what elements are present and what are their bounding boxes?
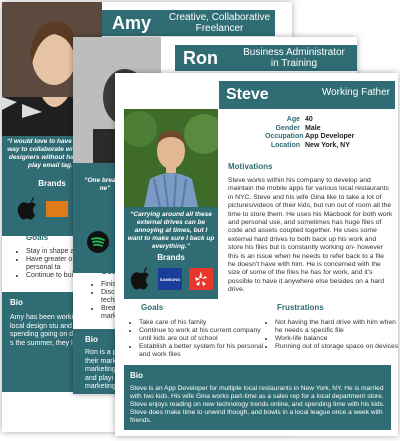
profile-value: New York, NY bbox=[305, 141, 350, 149]
profile-label: Gender bbox=[275, 124, 300, 132]
list-item: Take care of his family bbox=[139, 319, 267, 327]
steve-frustrations-list: Not having the hard drive with him when … bbox=[265, 319, 398, 351]
steve-name: Steve bbox=[226, 86, 269, 103]
profile-value: App Developer bbox=[305, 133, 355, 140]
amy-goals-title: Goals bbox=[26, 233, 49, 242]
persona-card-steve: Steve Working Father Age 40 Gender Male Oc… bbox=[115, 73, 398, 436]
list-item: Running out of storage space on devices bbox=[275, 343, 398, 351]
ron-bio-title: Bio bbox=[85, 335, 98, 344]
steve-bio-text: Steve is an App Developer for multiple l… bbox=[130, 385, 385, 424]
apple-logo-icon bbox=[129, 267, 151, 291]
apple-logo-icon bbox=[16, 197, 38, 221]
steve-quote: “Carrying around all these external driv… bbox=[127, 211, 215, 250]
profile-label: Location bbox=[270, 141, 300, 149]
amy-name: Amy bbox=[112, 13, 152, 33]
samsung-logo: SAMSUNG bbox=[158, 268, 182, 290]
profile-value: 40 bbox=[305, 116, 313, 123]
steve-profile: Age 40 Gender Male Occupation App Developer… bbox=[265, 116, 395, 150]
list-item: Work-life balance bbox=[275, 335, 398, 343]
steve-goals-list: Take care of his family Continue to work… bbox=[129, 319, 267, 359]
list-item: Establish a better system for his person… bbox=[139, 343, 267, 359]
profile-label: Age bbox=[286, 116, 300, 123]
steve-photo bbox=[121, 109, 224, 208]
amy-role: Creative, Collaborative Freelancer bbox=[168, 12, 271, 34]
ron-name: Ron bbox=[183, 48, 218, 68]
steve-bio-title: Bio bbox=[130, 371, 143, 380]
samsung-label: SAMSUNG bbox=[159, 276, 181, 282]
steve-frustrations-title: Frustrations bbox=[277, 303, 324, 312]
yelp-logo-icon bbox=[189, 268, 213, 290]
brand-logo-orange bbox=[46, 201, 68, 217]
steve-goals-title: Goals bbox=[141, 303, 164, 312]
steve-brands-title: Brands bbox=[157, 253, 185, 262]
amy-bio-title: Bio bbox=[10, 298, 23, 307]
steve-motivations-text: Steve works within his company to develo… bbox=[228, 177, 393, 294]
profile-value: Male bbox=[305, 124, 321, 132]
steve-bio-panel: Bio Steve is an App Developer for multip… bbox=[124, 365, 391, 430]
steve-role: Working Father bbox=[321, 87, 390, 98]
list-item: Not having the hard drive with him when … bbox=[275, 319, 398, 335]
profile-label: Occupation bbox=[265, 133, 304, 140]
spotify-logo-icon bbox=[87, 231, 109, 253]
list-item: Continue to work at his current company … bbox=[139, 327, 267, 343]
steve-motivations-title: Motivations bbox=[228, 162, 273, 171]
ron-role: Business Administrator in Training bbox=[243, 47, 345, 69]
